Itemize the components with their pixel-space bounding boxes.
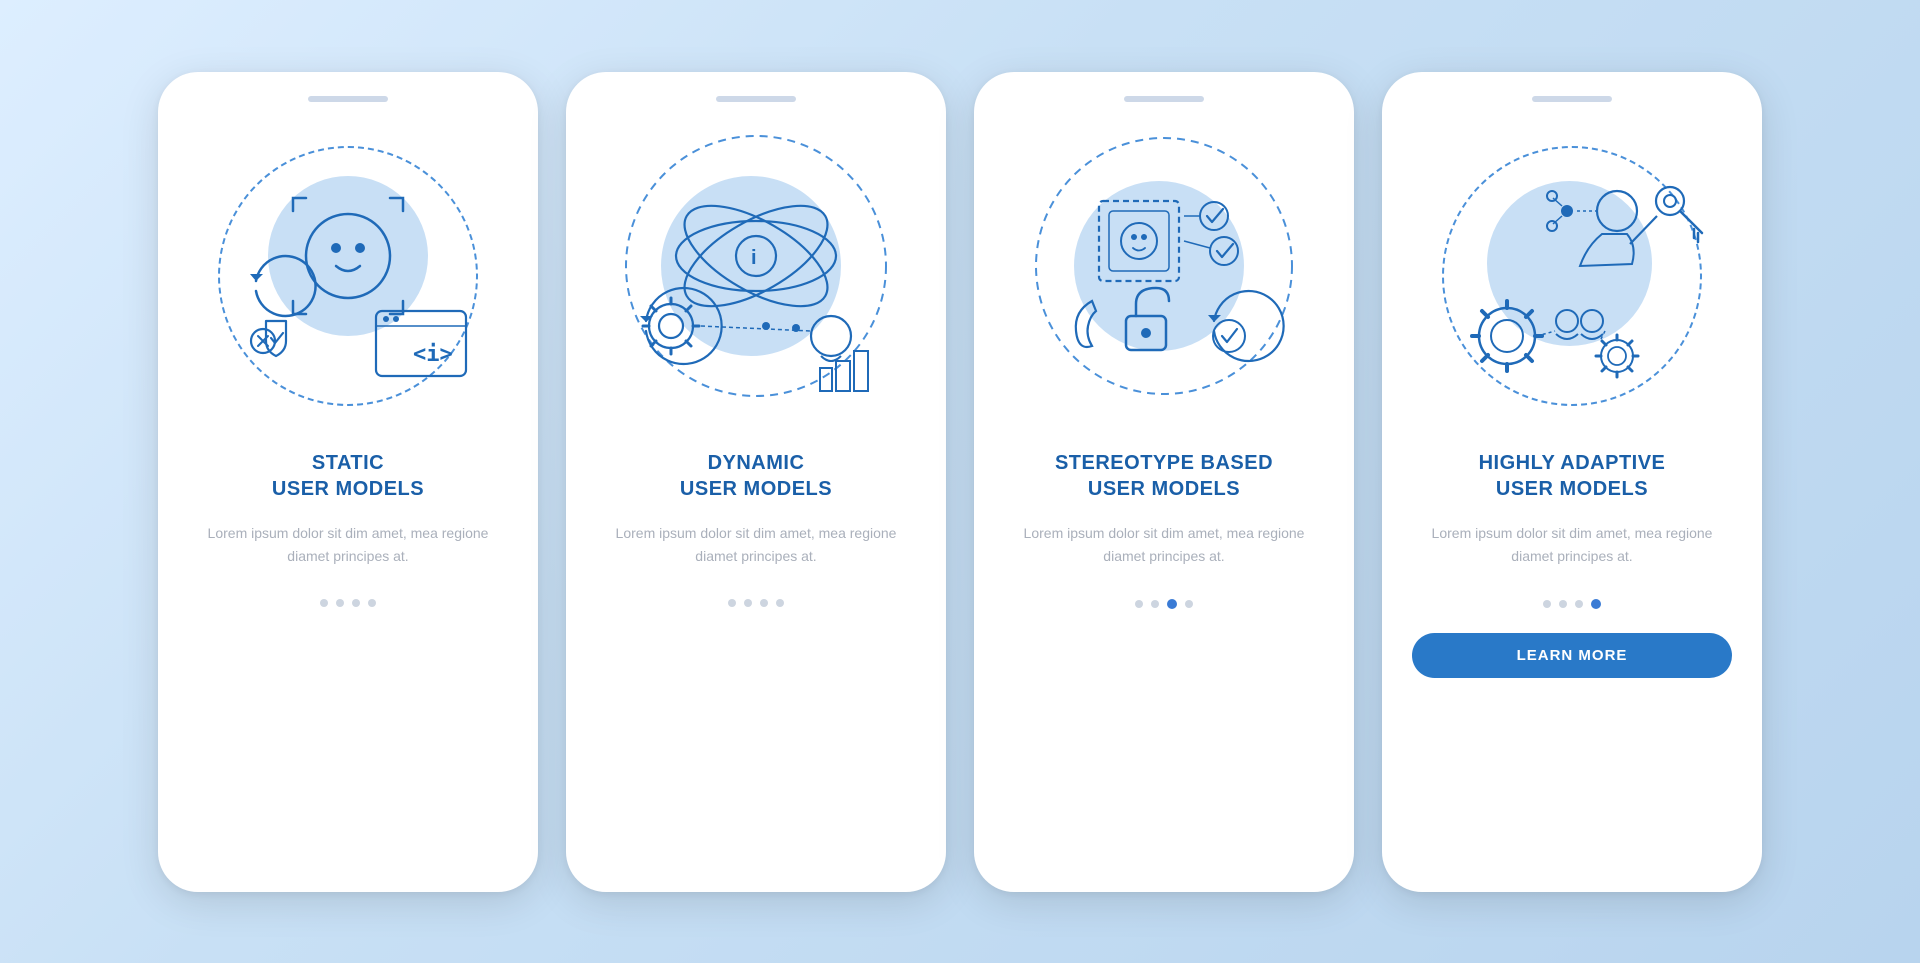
illustration-static: <i> — [198, 126, 498, 426]
stereotype-card-description: Lorem ipsum dolor sit dim amet, mea regi… — [1004, 522, 1324, 570]
stereotype-card-title: STEREOTYPE BASED USER MODELS — [1055, 450, 1273, 502]
dot-2 — [744, 599, 752, 607]
card-stereotype: STEREOTYPE BASED USER MODELS Lorem ipsum… — [974, 72, 1354, 892]
phone-notch-3 — [1124, 96, 1204, 102]
cards-container: <i> STATIC USER MODELS Lorem ipsum dolor… — [118, 32, 1802, 932]
stereotype-dots — [1135, 599, 1193, 609]
dynamic-dots — [728, 599, 784, 607]
adaptive-card-description: Lorem ipsum dolor sit dim amet, mea regi… — [1412, 522, 1732, 570]
dot-1 — [320, 599, 328, 607]
dot-1 — [1135, 600, 1143, 608]
dynamic-card-title: DYNAMIC USER MODELS — [680, 450, 832, 502]
phone-notch-4 — [1532, 96, 1612, 102]
static-dots — [320, 599, 376, 607]
svg-text:i: i — [751, 247, 757, 269]
card-highly-adaptive: HIGHLY ADAPTIVE USER MODELS Lorem ipsum … — [1382, 72, 1762, 892]
dot-2 — [1559, 600, 1567, 608]
adaptive-illustration-svg — [1422, 126, 1722, 426]
dot-3-active — [1167, 599, 1177, 609]
dot-3 — [1575, 600, 1583, 608]
static-card-title: STATIC USER MODELS — [272, 450, 424, 502]
adaptive-dots — [1543, 599, 1601, 609]
dot-2 — [1151, 600, 1159, 608]
phone-notch-2 — [716, 96, 796, 102]
adaptive-card-title: HIGHLY ADAPTIVE USER MODELS — [1479, 450, 1666, 502]
dynamic-card-description: Lorem ipsum dolor sit dim amet, mea regi… — [596, 522, 916, 570]
card-static: <i> STATIC USER MODELS Lorem ipsum dolor… — [158, 72, 538, 892]
dot-4-active — [1591, 599, 1601, 609]
card-dynamic: i — [566, 72, 946, 892]
dot-4 — [1185, 600, 1193, 608]
dot-1 — [728, 599, 736, 607]
stereotype-illustration-svg — [1014, 126, 1314, 426]
static-illustration-svg: <i> — [198, 126, 498, 426]
dot-2 — [336, 599, 344, 607]
dynamic-illustration-svg: i — [606, 126, 906, 426]
illustration-dynamic: i — [606, 126, 906, 426]
dot-4 — [776, 599, 784, 607]
static-card-description: Lorem ipsum dolor sit dim amet, mea regi… — [188, 522, 508, 570]
dot-1 — [1543, 600, 1551, 608]
phone-notch-1 — [308, 96, 388, 102]
illustration-highly-adaptive — [1422, 126, 1722, 426]
dot-4 — [368, 599, 376, 607]
illustration-stereotype — [1014, 126, 1314, 426]
learn-more-button[interactable]: LEARN MORE — [1412, 633, 1732, 678]
dot-3 — [352, 599, 360, 607]
svg-text:<i>: <i> — [413, 342, 453, 367]
dot-3 — [760, 599, 768, 607]
